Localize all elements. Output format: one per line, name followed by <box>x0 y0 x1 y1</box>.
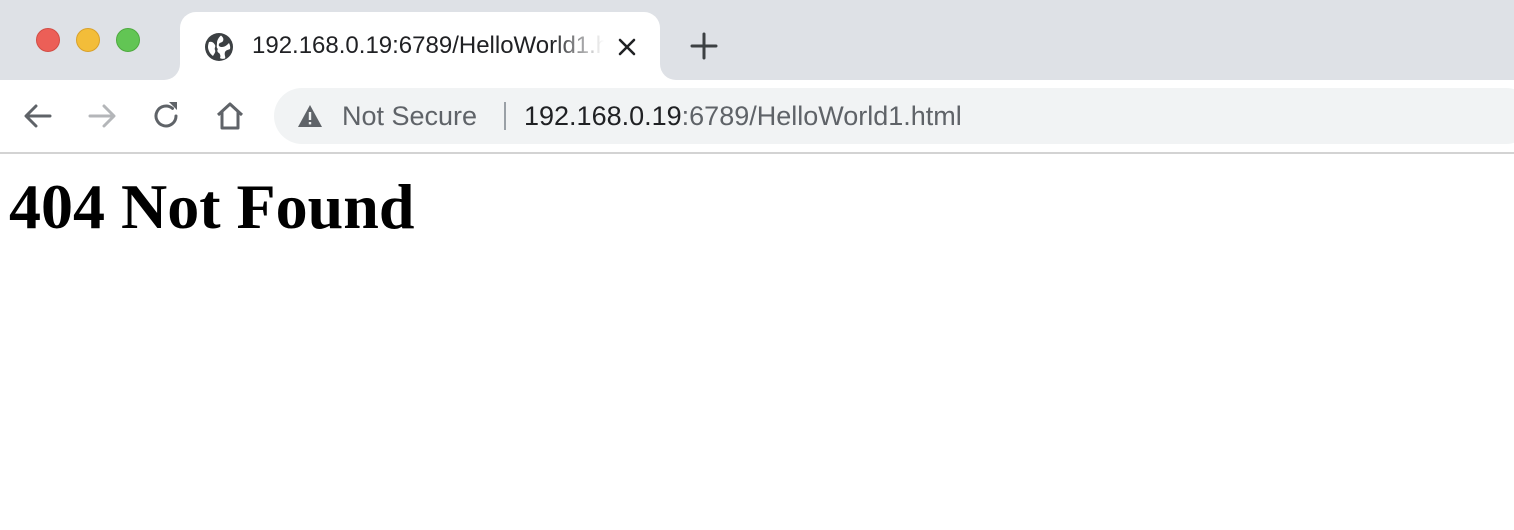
page-content: 404 Not Found <box>0 154 1514 530</box>
url-path: :6789/HelloWorld1.html <box>681 101 962 131</box>
home-icon[interactable] <box>212 98 248 134</box>
arrow-right-icon[interactable] <box>84 98 120 134</box>
url-host: 192.168.0.19 <box>524 101 682 131</box>
warning-icon[interactable] <box>296 102 324 130</box>
tab-title: 192.168.0.19:6789/HelloWorld1.html <box>252 32 604 59</box>
navigation-toolbar: Not Secure 192.168.0.19:6789/HelloWorld1… <box>0 80 1514 154</box>
tab-strip: 192.168.0.19:6789/HelloWorld1.html <box>0 0 1514 80</box>
plus-icon[interactable] <box>688 30 720 62</box>
window-minimize-button[interactable] <box>76 28 100 52</box>
security-status-label[interactable]: Not Secure <box>342 101 477 131</box>
browser-window: 192.168.0.19:6789/HelloWorld1.html Not S… <box>0 0 1514 530</box>
close-icon[interactable] <box>612 32 642 62</box>
omnibox-divider <box>504 102 506 130</box>
window-maximize-button[interactable] <box>116 28 140 52</box>
url-text[interactable]: 192.168.0.19:6789/HelloWorld1.html <box>524 101 962 131</box>
reload-icon[interactable] <box>148 98 184 134</box>
window-close-button[interactable] <box>36 28 60 52</box>
globe-icon <box>204 32 234 62</box>
tab-active[interactable]: 192.168.0.19:6789/HelloWorld1.html <box>180 12 660 80</box>
arrow-left-icon[interactable] <box>20 98 56 134</box>
address-bar[interactable]: Not Secure 192.168.0.19:6789/HelloWorld1… <box>274 88 1514 144</box>
page-heading: 404 Not Found <box>9 171 415 242</box>
